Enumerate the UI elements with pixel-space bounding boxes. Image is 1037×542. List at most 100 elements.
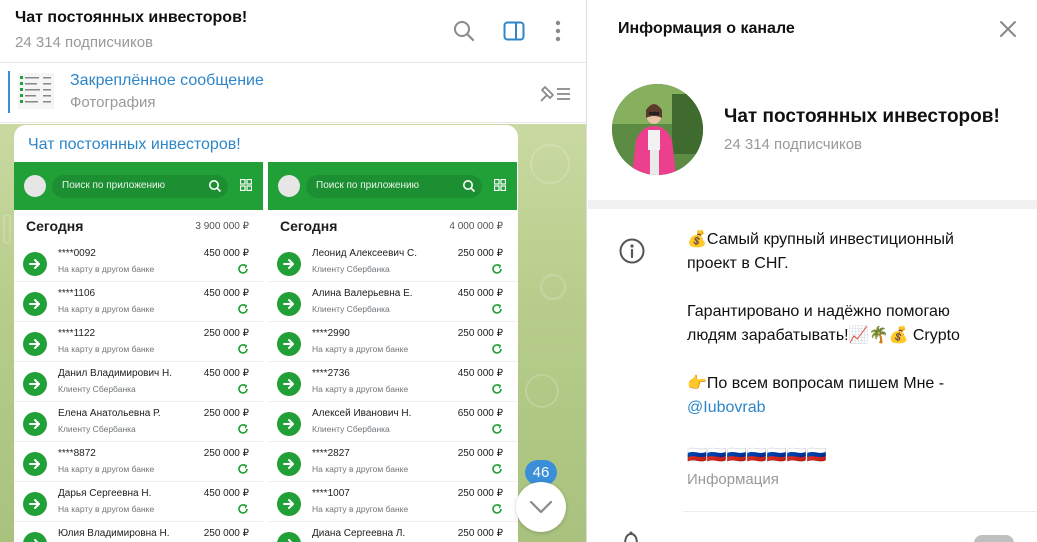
- transfer-amount: 250 000 ₽: [457, 328, 503, 339]
- info-panel-title: Информация о канале: [618, 20, 795, 37]
- recipient-name: Алексей Иванович Н.: [312, 408, 412, 419]
- search-input: Поиск по приложению: [306, 175, 482, 198]
- transaction-row: ****2827 На карту в другом банке 250 000 ₽: [268, 442, 517, 482]
- transfer-amount: 250 000 ₽: [457, 448, 503, 459]
- recipient-name: Данил Владимирович Н.: [58, 368, 173, 379]
- transaction-row: ****0092 На карту в другом банке 450 000 ₽: [14, 242, 263, 282]
- pinned-message-bar[interactable]: Закреплённое сообщение Фотография: [0, 63, 586, 123]
- transfer-amount: 450 000 ₽: [457, 288, 503, 299]
- about-line: людям зарабатывать!📈🌴💰 Crypto: [687, 327, 960, 344]
- repeat-icon: [491, 382, 503, 400]
- channel-profile: Чат постоянных инвесторов! 24 314 подпис…: [588, 60, 1037, 200]
- pinned-title[interactable]: Закреплённое сообщение: [70, 72, 264, 90]
- transfer-amount: 450 000 ₽: [203, 248, 249, 259]
- transfer-icon: [23, 292, 47, 316]
- transaction-row: Леонид Алексеевич С. Клиенту Сбербанка 250…: [268, 242, 517, 282]
- recipient-name: ****1106: [58, 288, 96, 299]
- transfer-description: На карту в другом банке: [312, 384, 409, 394]
- transaction-row: Елена Анатольевна Р. Клиенту Сбербанка 250…: [14, 402, 263, 442]
- message-author[interactable]: Чат постоянных инвесторов!: [28, 136, 241, 154]
- avatar: [278, 175, 300, 197]
- transaction-row: Алина Валерьевна Е. Клиенту Сбербанка 450 …: [268, 282, 517, 322]
- transfer-description: На карту в другом банке: [312, 344, 409, 354]
- transfer-icon: [23, 452, 47, 476]
- transfer-icon: [277, 532, 301, 542]
- search-input: Поиск по приложению: [52, 175, 228, 198]
- chevron-down-icon: [529, 500, 553, 514]
- chat-title[interactable]: Чат постоянных инвесторов!: [15, 9, 247, 27]
- scroll-down-button[interactable]: [516, 482, 566, 532]
- channel-avatar[interactable]: [612, 84, 703, 175]
- info-icon: [618, 237, 646, 270]
- repeat-icon: [491, 502, 503, 520]
- transfer-description: На карту в другом банке: [58, 344, 155, 354]
- bank-screenshot-left: Поиск по приложению Сегодня 3 900 000 ₽ …: [14, 162, 263, 542]
- repeat-icon: [491, 422, 503, 440]
- photo-message[interactable]: Чат постоянных инвесторов! Поиск по прил…: [14, 125, 518, 542]
- search-icon: [209, 180, 222, 193]
- channel-name: Чат постоянных инвесторов!: [724, 106, 1000, 127]
- transaction-row: Диана Сергеевна Л. 250 000 ₽: [268, 522, 517, 542]
- recipient-name: ****2827: [312, 448, 350, 459]
- transaction-row: Дарья Сергеевна Н. На карту в другом банк…: [14, 482, 263, 522]
- transaction-row: Юлия Владимировна Н. 250 000 ₽: [14, 522, 263, 542]
- transfer-amount: 250 000 ₽: [203, 408, 249, 419]
- repeat-icon: [237, 382, 249, 400]
- about-line: проект в СНГ.: [687, 255, 789, 272]
- recipient-name: ****0092: [58, 248, 96, 259]
- transfer-amount: 450 000 ₽: [203, 488, 249, 499]
- transfer-description: Клиенту Сбербанка: [58, 424, 136, 434]
- transfer-amount: 250 000 ₽: [203, 328, 249, 339]
- transaction-row: ****1122 На карту в другом банке 250 000 ₽: [14, 322, 263, 362]
- repeat-icon: [237, 262, 249, 280]
- bank-screenshot-right: Поиск по приложению Сегодня 4 000 000 ₽ …: [268, 162, 517, 542]
- repeat-icon: [491, 302, 503, 320]
- repeat-icon: [237, 302, 249, 320]
- contact-link[interactable]: @Iubovrab: [687, 399, 766, 416]
- transfer-icon: [277, 332, 301, 356]
- search-icon[interactable]: [451, 18, 477, 44]
- transfer-amount: 450 000 ₽: [457, 368, 503, 379]
- transaction-row: ****8872 На карту в другом банке 250 000 ₽: [14, 442, 263, 482]
- transfer-icon: [277, 492, 301, 516]
- transfer-icon: [277, 252, 301, 276]
- telegram-window: Чат постоянных инвесторов! 24 314 подпис…: [0, 0, 1037, 542]
- section-divider: [588, 200, 1037, 209]
- grid-icon: [494, 179, 506, 191]
- grid-icon: [240, 179, 252, 191]
- about-line: 💰Самый крупный инвестиционный: [687, 231, 954, 248]
- chat-header[interactable]: Чат постоянных инвесторов! 24 314 подпис…: [0, 0, 586, 63]
- recipient-name: Юлия Владимировна Н.: [58, 528, 170, 539]
- chat-subscribers: 24 314 подписчиков: [15, 34, 154, 51]
- transfer-description: На карту в другом банке: [58, 464, 155, 474]
- about-spacer: [687, 420, 1017, 444]
- transfer-description: На карту в другом банке: [58, 264, 155, 274]
- today-total: 3 900 000 ₽: [195, 221, 249, 232]
- sidebar-toggle-icon[interactable]: [501, 18, 527, 44]
- today-heading: Сегодня: [26, 218, 84, 234]
- repeat-icon: [237, 462, 249, 480]
- more-vertical-icon[interactable]: [545, 18, 571, 44]
- transaction-row: ****1007 На карту в другом банке 250 000 ₽: [268, 482, 517, 522]
- recipient-name: Алина Валерьевна Е.: [312, 288, 413, 299]
- description-label: Информация: [687, 471, 779, 488]
- chat-pane: Чат постоянных инвесторов! 24 314 подпис…: [0, 0, 587, 542]
- unpin-list-icon[interactable]: [537, 83, 573, 110]
- bank-app-topbar: Поиск по приложению: [14, 162, 263, 210]
- transfer-description: На карту в другом банке: [58, 304, 155, 314]
- recipient-name: ****1122: [58, 328, 96, 339]
- transfer-icon: [23, 532, 47, 542]
- transfer-icon: [277, 412, 301, 436]
- recipient-name: ****2736: [312, 368, 350, 379]
- transfer-description: Клиенту Сбербанка: [312, 304, 390, 314]
- today-total: 4 000 000 ₽: [449, 221, 503, 232]
- transfer-icon: [277, 452, 301, 476]
- transaction-row: Данил Владимирович Н. Клиенту Сбербанка 45…: [14, 362, 263, 402]
- transfer-description: На карту в другом банке: [312, 504, 409, 514]
- channel-subscribers: 24 314 подписчиков: [724, 136, 863, 153]
- transfer-icon: [23, 332, 47, 356]
- notifications-toggle[interactable]: [974, 535, 1014, 542]
- transfer-amount: 450 000 ₽: [203, 368, 249, 379]
- close-icon[interactable]: [999, 20, 1017, 43]
- info-header: Информация о канале: [588, 0, 1037, 60]
